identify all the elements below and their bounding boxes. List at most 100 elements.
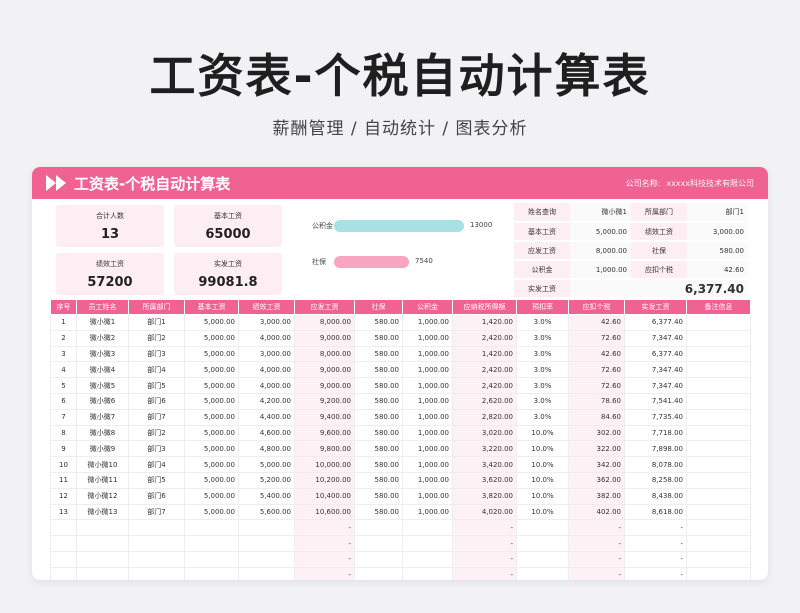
table-cell: 42.60 (568, 345, 625, 363)
table-cell (238, 519, 295, 537)
table-row: 12 微小微12 部门6 5,000.00 5,400.00 10,400.00 580.0… (50, 487, 751, 505)
table-cell: 7,347.40 (624, 377, 687, 394)
lookup-key: 实发工资 (514, 279, 570, 299)
table-cell: 微小微11 (76, 471, 129, 489)
table-cell (686, 377, 751, 394)
table-cell: 8,000.00 (294, 345, 355, 363)
table-cell (76, 535, 129, 552)
table-cell (184, 519, 239, 537)
table-cell (686, 471, 751, 489)
table-cell: 3.0% (516, 408, 569, 426)
table-cell: 1,000.00 (402, 424, 453, 442)
table-cell: 5,000.00 (184, 456, 239, 473)
table-cell: 部门4 (128, 361, 185, 379)
table-cell: - (452, 535, 517, 552)
table-cell: 微小微8 (76, 424, 129, 442)
table-cell (50, 519, 77, 537)
table-cell: 322.00 (568, 440, 625, 458)
lookup-value: 1,000.00 (570, 260, 631, 280)
table-cell (128, 550, 185, 568)
bar-value: 13000 (470, 221, 493, 229)
table-cell: 微小微12 (76, 487, 129, 505)
table-row: 6 微小微6 部门6 5,000.00 4,200.00 9,200.00 580.00 1,… (50, 392, 751, 410)
lookup-total-row: 实发工资 6,377.40 (514, 279, 748, 299)
lookup-row: 姓名查询 微小微1 所属部门 部门1 (514, 203, 748, 223)
table-cell: - (624, 535, 687, 552)
summary-label: 基本工资 (214, 212, 242, 220)
card-header: 工资表-个税自动计算表 公司名称: xxxxx科技技术有限公司 (32, 167, 768, 199)
table-cell: 2,420.00 (452, 377, 517, 394)
summary-value: 13 (100, 227, 120, 242)
table-cell: 1,000.00 (402, 314, 453, 331)
column-header: 基本工资 (184, 299, 239, 315)
table-cell: 5,000.00 (184, 329, 239, 347)
table-cell: 2,620.00 (452, 392, 517, 410)
lookup-key: 所属部门 (631, 203, 687, 223)
table-cell: 1,000.00 (402, 487, 453, 505)
table-cell: 4,000.00 (238, 329, 295, 347)
table-cell: 部门5 (128, 471, 185, 489)
summary-panel: 合计人数 13 基本工资 65000 绩效工资 57200 实发工资 99081… (56, 205, 284, 297)
table-cell (128, 566, 185, 580)
table-cell: 9,000.00 (294, 329, 355, 347)
table-cell: 微小微9 (76, 440, 129, 458)
salary-table: 序号 员工姓名 所属部门 基本工资 绩效工资 应发工资 社保 公积金 应纳税所得额 预扣率 应扣个税… (50, 299, 751, 580)
table-cell: 1,000.00 (402, 377, 453, 394)
table-cell (686, 503, 751, 521)
table-cell (184, 566, 239, 580)
table-cell: 10.0% (516, 503, 569, 521)
table-cell: 12 (50, 487, 77, 505)
table-cell: 1,420.00 (452, 345, 517, 363)
table-cell: 1,000.00 (402, 503, 453, 521)
summary-label: 绩效工资 (96, 260, 124, 268)
table-cell: 部门2 (128, 424, 185, 442)
lookup-key: 公积金 (514, 260, 570, 280)
table-cell: 部门4 (128, 456, 185, 473)
table-cell: 382.00 (568, 487, 625, 505)
table-cell (76, 566, 129, 580)
summary-net-pay: 实发工资 99081.8 (174, 253, 282, 295)
table-row: 5 微小微5 部门5 5,000.00 4,000.00 9,000.00 580.00 1,… (50, 377, 751, 394)
table-cell: - (624, 566, 687, 580)
table-cell: 3.0% (516, 345, 569, 363)
table-cell: 部门7 (128, 408, 185, 426)
bar-fill (334, 220, 464, 232)
table-row: 7 微小微7 部门7 5,000.00 4,400.00 9,400.00 580.00 1,… (50, 408, 751, 426)
table-cell: 5,000.00 (184, 487, 239, 505)
column-header: 备注信息 (686, 299, 751, 315)
table-cell (354, 566, 403, 580)
table-row: 3 微小微3 部门3 5,000.00 3,000.00 8,000.00 580.00 1,… (50, 345, 751, 363)
table-cell: 580.00 (354, 392, 403, 410)
column-header: 所属部门 (128, 299, 185, 315)
lookup-value[interactable]: 微小微1 (570, 203, 631, 223)
table-cell: 580.00 (354, 329, 403, 347)
lookup-total-value: 6,377.40 (570, 279, 748, 299)
table-cell: 9,000.00 (294, 361, 355, 379)
table-cell: 4,600.00 (238, 424, 295, 442)
summary-performance: 绩效工资 57200 (56, 253, 164, 295)
table-cell: 402.00 (568, 503, 625, 521)
table-cell (354, 519, 403, 537)
table-cell (516, 566, 569, 580)
bar-row-fund: 公积金 13000 (312, 219, 522, 233)
table-cell: 9 (50, 440, 77, 458)
table-cell: 7,347.40 (624, 361, 687, 379)
summary-headcount: 合计人数 13 (56, 205, 164, 247)
table-cell: 5,200.00 (238, 471, 295, 489)
column-header: 实发工资 (624, 299, 687, 315)
table-cell: 部门7 (128, 503, 185, 521)
table-row: 11 微小微11 部门5 5,000.00 5,200.00 10,200.00 580.0… (50, 471, 751, 489)
table-cell: 7,898.00 (624, 440, 687, 458)
table-cell: 3,220.00 (452, 440, 517, 458)
table-cell (50, 535, 77, 552)
table-cell: - (452, 519, 517, 537)
table-cell (686, 314, 751, 331)
table-cell: 72.60 (568, 329, 625, 347)
column-header: 应发工资 (294, 299, 355, 315)
table-cell: 580.00 (354, 408, 403, 426)
table-cell: 3.0% (516, 314, 569, 331)
summary-label: 合计人数 (96, 212, 124, 220)
table-cell (128, 519, 185, 537)
table-cell: 302.00 (568, 424, 625, 442)
table-cell (402, 566, 453, 580)
